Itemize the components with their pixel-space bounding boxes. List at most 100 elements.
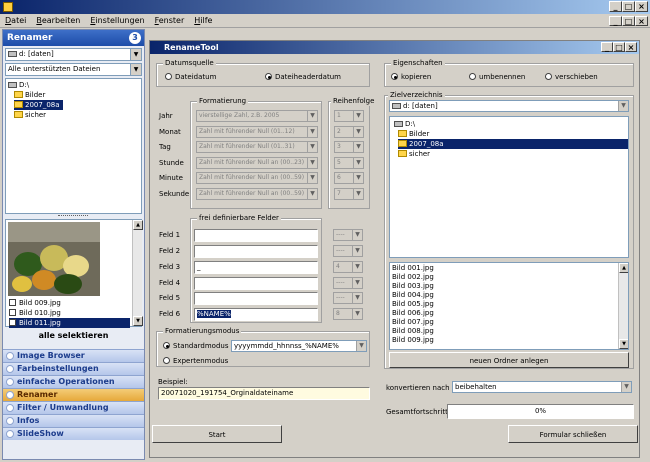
list-item[interactable]: Bild 003.jpg: [392, 282, 434, 291]
list-item[interactable]: Bild 001.jpg: [392, 264, 434, 273]
sidebar-badge[interactable]: 3: [129, 32, 141, 44]
section-renamer[interactable]: Renamer: [3, 388, 144, 401]
target-file-list[interactable]: Bild 001.jpg Bild 002.jpg Bild 003.jpg B…: [389, 262, 629, 350]
list-item[interactable]: Bild 004.jpg: [392, 291, 434, 300]
list-item[interactable]: Bild 006.jpg: [392, 309, 434, 318]
list-item[interactable]: Bild 005.jpg: [392, 300, 434, 309]
close-form-button[interactable]: Formular schließen: [508, 425, 638, 443]
order-monat-select[interactable]: 2 ▼: [334, 126, 364, 138]
start-button[interactable]: Start: [152, 425, 282, 443]
radio-dateiheaderdatum[interactable]: Dateiheaderdatum: [265, 72, 341, 82]
order-feld1-select[interactable]: ---- ▼: [333, 229, 363, 241]
mdi-minimize-button[interactable]: _: [609, 16, 622, 26]
zielverzeichnis-label: Zielverzeichnis: [388, 90, 445, 100]
tree-item-sicher[interactable]: sicher: [14, 110, 46, 120]
scroll-up-icon[interactable]: ▲: [619, 263, 628, 273]
thumbnail-image[interactable]: [8, 222, 100, 296]
tree-item-bilder[interactable]: Bilder: [14, 90, 45, 100]
section-slideshow[interactable]: SlideShow: [3, 427, 144, 440]
sekunde-format-select[interactable]: Zahl mit führender Null an (00..59) ▼: [196, 188, 318, 200]
close-button[interactable]: ×: [635, 1, 648, 12]
list-item[interactable]: Bild 007.jpg: [392, 318, 434, 327]
order-sekunde-select[interactable]: 7 ▼: [334, 188, 364, 200]
dialog-minimize-button[interactable]: _: [601, 42, 613, 52]
order-minute-select[interactable]: 6 ▼: [334, 172, 364, 184]
konvertieren-select[interactable]: beibehalten ▼: [452, 381, 632, 393]
section-farbeinstellungen[interactable]: Farbeinstellungen: [3, 362, 144, 375]
jahr-format-select[interactable]: vierstellige Zahl, z.B. 2005 ▼: [196, 110, 318, 122]
order-feld5-select[interactable]: ---- ▼: [333, 292, 363, 304]
scroll-down-icon[interactable]: ▼: [619, 339, 628, 349]
new-folder-button[interactable]: neuen Ordner anlegen: [389, 352, 629, 368]
radio-kopieren[interactable]: kopieren: [391, 72, 431, 82]
folder-tree[interactable]: D:\ Bilder 2007_08a sicher: [5, 78, 142, 214]
section-image-browser[interactable]: Image Browser: [3, 349, 144, 362]
order-feld6-select[interactable]: 8 ▼: [333, 308, 363, 320]
file-filter-select[interactable]: Alle unterstützten Dateien ▼: [5, 63, 142, 76]
tree-item-drive[interactable]: D:\: [8, 80, 29, 90]
maximize-button[interactable]: □: [622, 1, 635, 12]
order-tag-select[interactable]: 3 ▼: [334, 141, 364, 153]
dialog-close-button[interactable]: ×: [625, 42, 637, 52]
list-item[interactable]: Bild 009.jpg: [392, 336, 434, 345]
minimize-button[interactable]: _: [609, 1, 622, 12]
mdi-restore-button[interactable]: □: [622, 16, 635, 26]
file-list-scrollbar[interactable]: ▲ ▼: [618, 263, 628, 349]
order-jahr-select[interactable]: 1 ▼: [334, 110, 364, 122]
thumbnail-list[interactable]: ▲ ▼ Bild 009.jpg Bild 010.jpg Bild 011.j…: [5, 219, 143, 328]
scroll-down-icon[interactable]: ▼: [133, 316, 143, 326]
minute-format-select[interactable]: Zahl mit führender Null an (00..59) ▼: [196, 172, 318, 184]
radio-dateidatum[interactable]: Dateidatum: [165, 72, 216, 82]
section-filter-umwandlung[interactable]: Filter / Umwandlung: [3, 401, 144, 414]
checkbox[interactable]: [9, 299, 16, 306]
list-item[interactable]: Bild 008.jpg: [392, 327, 434, 336]
stunde-format-select[interactable]: Zahl mit führender Null an (00..23) ▼: [196, 157, 318, 169]
splitter-grip[interactable]: [58, 215, 88, 218]
file-item[interactable]: Bild 009.jpg: [9, 298, 61, 308]
feld5-input[interactable]: [194, 292, 318, 305]
file-item[interactable]: Bild 010.jpg: [9, 308, 61, 318]
checkbox[interactable]: [9, 319, 16, 326]
drive-select[interactable]: d: [daten] ▼: [5, 48, 142, 61]
menu-bearbeiten[interactable]: Bearbeiten: [31, 14, 85, 25]
radio-umbenennen[interactable]: umbenennen: [469, 72, 525, 82]
order-stunde-select[interactable]: 5 ▼: [334, 157, 364, 169]
scroll-up-icon[interactable]: ▲: [133, 220, 143, 230]
tree-item-drive[interactable]: D:\: [394, 119, 415, 129]
tree-item-2007-08a[interactable]: 2007_08a: [398, 139, 628, 149]
feld2-input[interactable]: [194, 245, 318, 258]
thumbnail-scrollbar[interactable]: ▲ ▼: [132, 220, 143, 326]
radio-verschieben[interactable]: verschieben: [545, 72, 598, 82]
menu-fenster[interactable]: Fenster: [150, 14, 190, 25]
checkbox[interactable]: [9, 309, 16, 316]
monat-format-select[interactable]: Zahl mit führender Null (01..12) ▼: [196, 126, 318, 138]
radio-expertenmodus[interactable]: Expertenmodus: [163, 356, 228, 366]
list-item[interactable]: Bild 002.jpg: [392, 273, 434, 282]
target-drive-select[interactable]: d: [daten] ▼: [389, 100, 629, 112]
tree-item-sicher[interactable]: sicher: [398, 149, 430, 159]
feld4-input[interactable]: [194, 277, 318, 290]
select-all-button[interactable]: alle selektieren: [5, 330, 142, 342]
feld1-input[interactable]: [194, 229, 318, 242]
order-feld4-select[interactable]: ---- ▼: [333, 277, 363, 289]
menu-datei[interactable]: Datei: [0, 14, 31, 25]
radio-standardmodus[interactable]: Standardmodus: [163, 341, 228, 351]
section-icon: [6, 365, 14, 373]
file-item-selected[interactable]: Bild 011.jpg: [9, 318, 130, 328]
target-folder-tree[interactable]: D:\ Bilder 2007_08a sicher: [389, 116, 629, 258]
section-einfache-operationen[interactable]: einfache Operationen: [3, 375, 144, 388]
dialog-maximize-button[interactable]: □: [613, 42, 625, 52]
tree-item-2007-08a[interactable]: 2007_08a: [14, 100, 63, 110]
chevron-down-icon: ▼: [352, 230, 362, 240]
section-infos[interactable]: Infos: [3, 414, 144, 427]
pattern-select[interactable]: yyyymmdd_hhnnss_%NAME% ▼: [231, 340, 367, 352]
feld3-input[interactable]: _: [194, 261, 318, 274]
order-feld3-select[interactable]: 4 ▼: [333, 261, 363, 273]
tree-item-bilder[interactable]: Bilder: [398, 129, 429, 139]
order-feld2-select[interactable]: ---- ▼: [333, 245, 363, 257]
menu-hilfe[interactable]: Hilfe: [189, 14, 217, 25]
tag-format-select[interactable]: Zahl mit führender Null (01..31) ▼: [196, 141, 318, 153]
mdi-close-button[interactable]: ×: [635, 16, 648, 26]
menu-einstellungen[interactable]: Einstellungen: [85, 14, 149, 25]
feld6-input[interactable]: %NAME%: [194, 308, 318, 321]
